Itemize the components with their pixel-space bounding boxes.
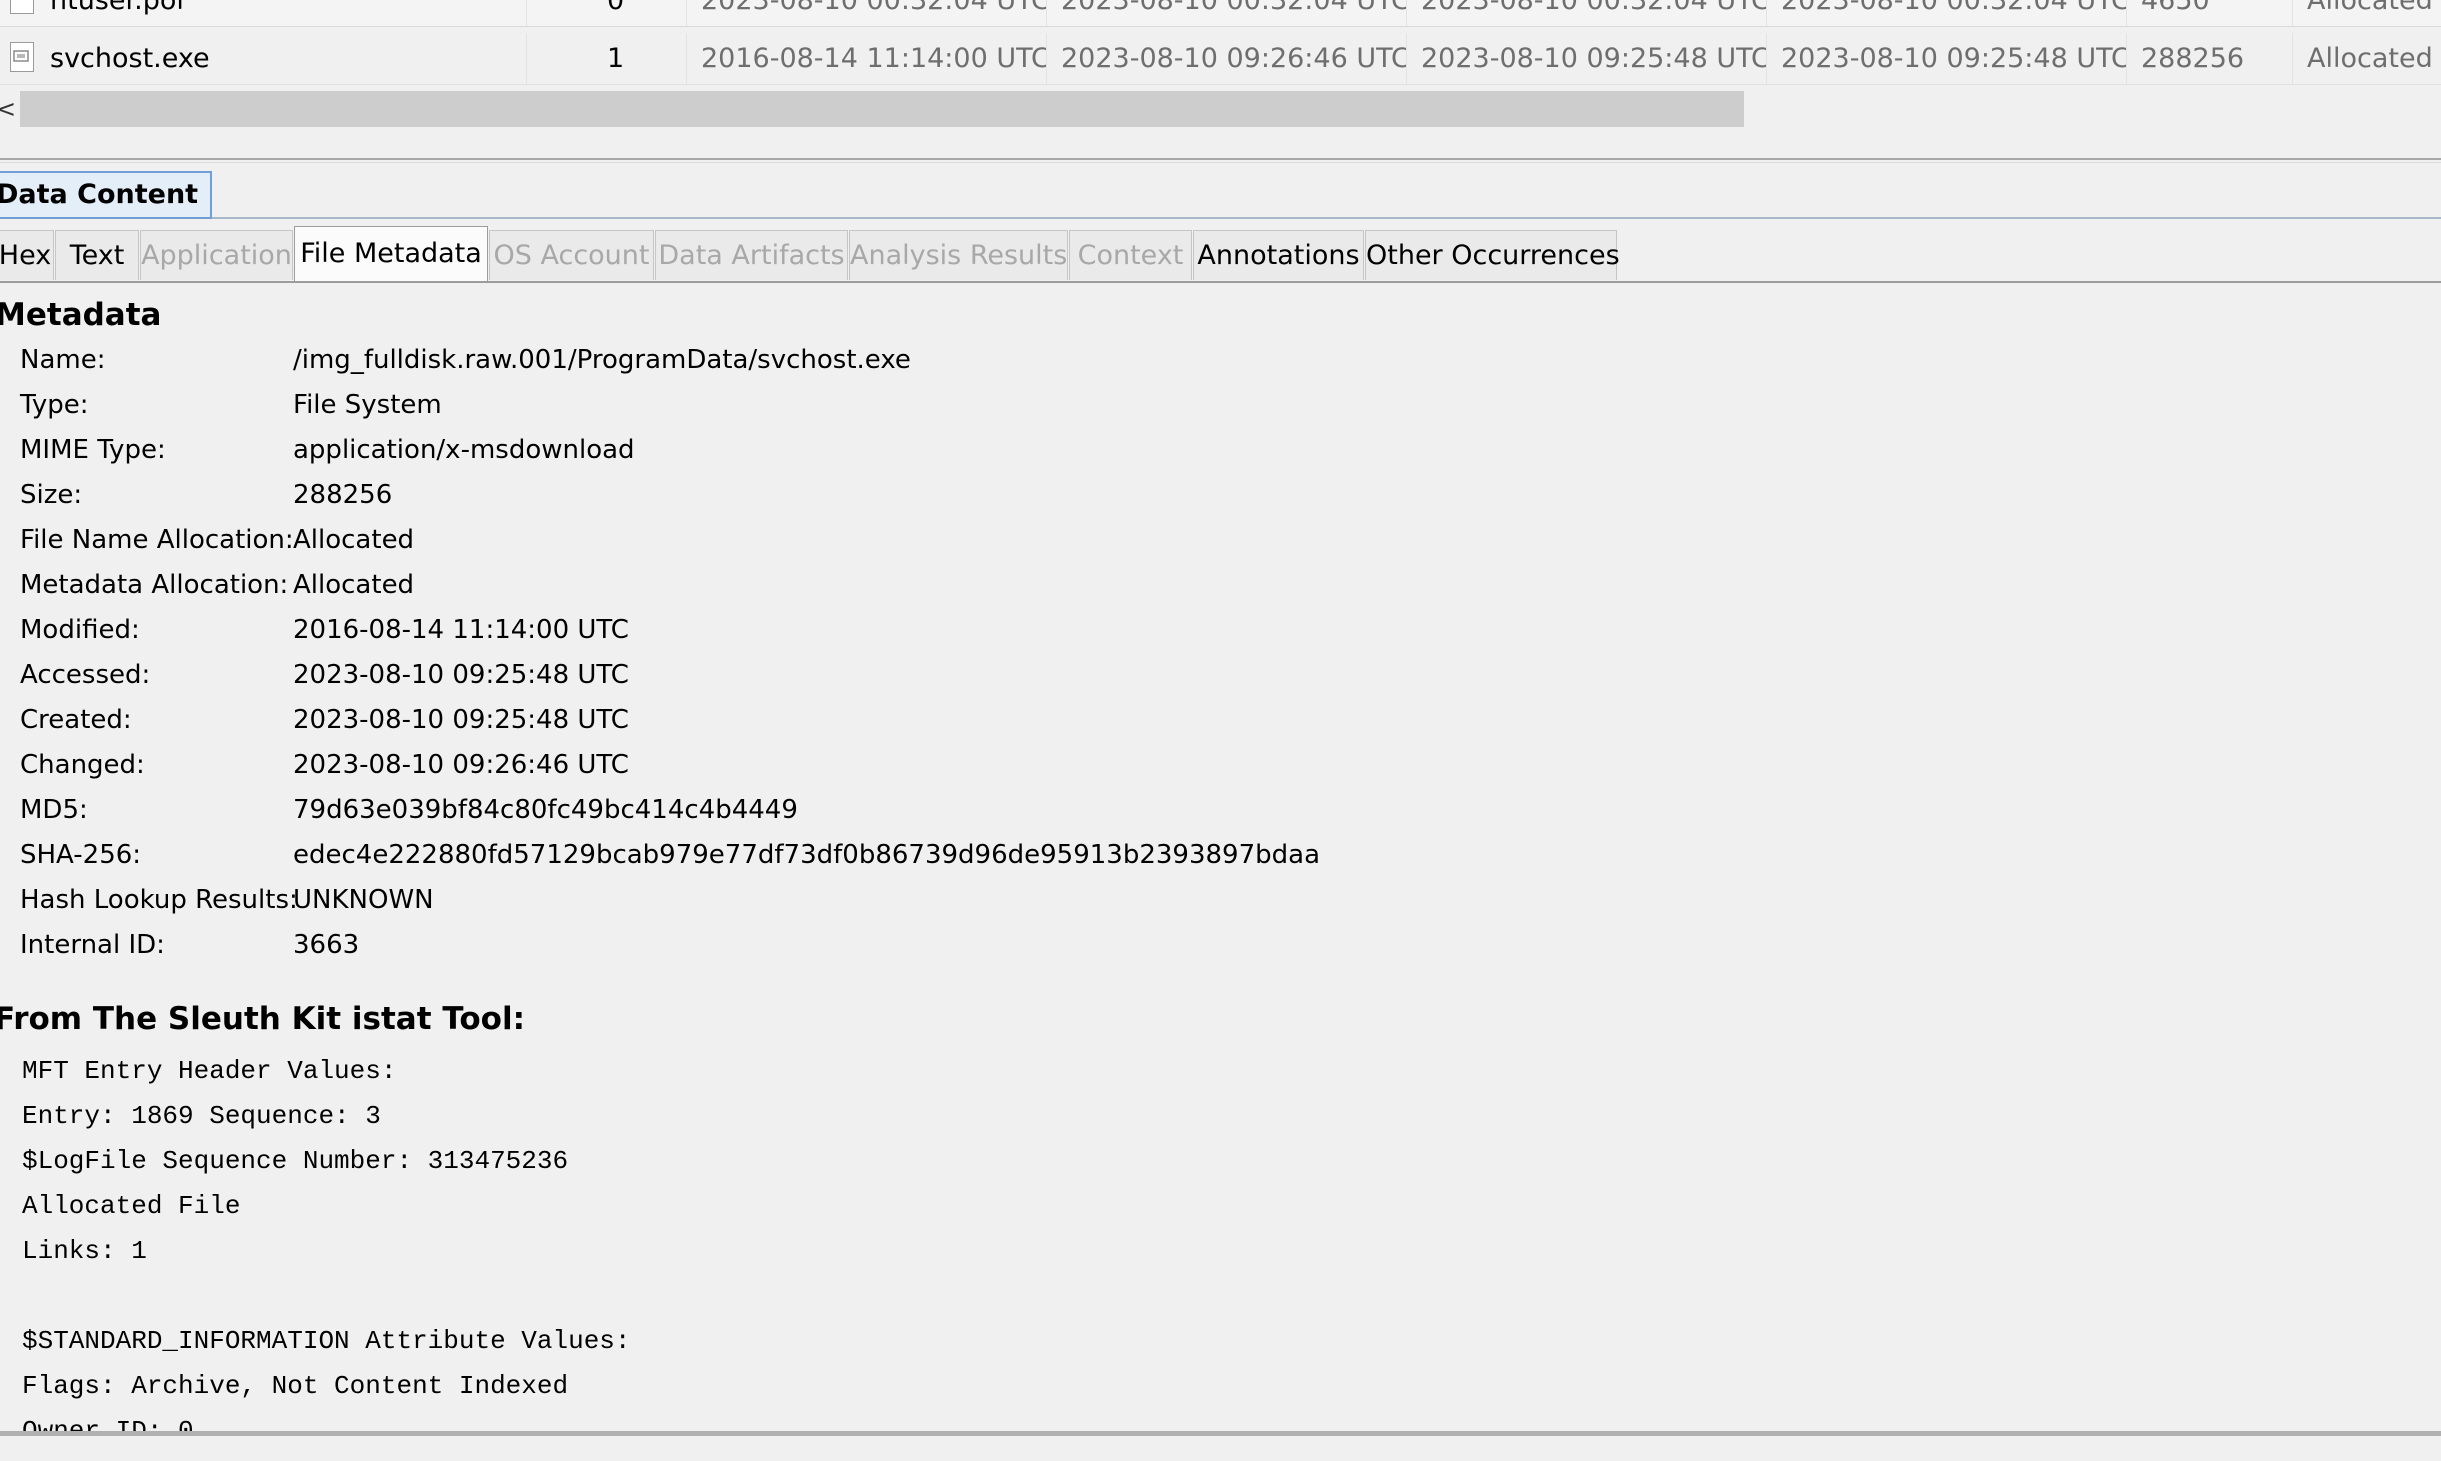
allocation-cell: Allocated	[2307, 0, 2433, 16]
field-label: Internal ID:	[20, 930, 165, 960]
field-value: 2023-08-10 09:26:46 UTC	[293, 750, 629, 780]
sha256-value: edec4e222880fd57129bcab979e77df73df0b867…	[293, 840, 1321, 870]
istat-line: MFT Entry Header Values:	[22, 1056, 397, 1086]
field-label: Modified:	[20, 615, 140, 645]
field-value: 2016-08-14 11:14:00 UTC	[293, 615, 629, 645]
tab-context[interactable]: Context	[1069, 230, 1192, 280]
scroll-left-icon[interactable]: <	[0, 95, 16, 123]
field-value: 2023-08-10 09:25:48 UTC	[293, 705, 629, 735]
changed-cell: 2023-08-10 00:32:04 UTC	[1047, 0, 1407, 26]
field-label: MIME Type:	[20, 435, 166, 465]
size-cell: 4650	[2127, 0, 2293, 26]
accessed-cell: 2023-08-10 00:32:04 UTC	[1407, 0, 1767, 26]
istat-line: Links: 1	[22, 1236, 147, 1266]
divider	[0, 162, 2441, 163]
executable-file-icon	[10, 42, 34, 72]
tab-other-occurrences[interactable]: Other Occurrences	[1365, 230, 1620, 280]
divider	[212, 217, 2441, 219]
tab-file-metadata[interactable]: File Metadata	[294, 226, 488, 282]
field-label: Hash Lookup Results:	[20, 885, 298, 915]
created-cell: 2023-08-10 00:32:04 UTC	[1767, 0, 2127, 26]
field-label: Name:	[20, 345, 106, 375]
status-area	[0, 1436, 2441, 1461]
istat-line: $STANDARD_INFORMATION Attribute Values:	[22, 1326, 631, 1356]
flag-cell: 1	[527, 33, 687, 84]
modified-cell: 2023-08-10 00:32:04 UTC	[687, 0, 1047, 26]
horizontal-scrollbar[interactable]: <	[0, 89, 2441, 129]
modified-cell: 2016-08-14 11:14:00 UTC	[687, 33, 1047, 84]
field-label: MD5:	[20, 795, 88, 825]
field-value: UNKNOWN	[293, 885, 434, 915]
field-label: Changed:	[20, 750, 145, 780]
tab-analysis-results[interactable]: Analysis Results	[849, 230, 1068, 280]
table-row[interactable]: ntuser.pol 0 2023-08-10 00:32:04 UTC 202…	[0, 0, 2441, 27]
splitter[interactable]	[0, 158, 2441, 160]
tab-os-account[interactable]: OS Account	[489, 230, 654, 280]
tab-application[interactable]: Application	[140, 230, 293, 280]
file-metadata-view: Metadata Name: /img_fulldisk.raw.001/Pro…	[0, 283, 2441, 1433]
tab-hex[interactable]: Hex	[0, 230, 54, 280]
table-row[interactable]: svchost.exe 1 2016-08-14 11:14:00 UTC 20…	[0, 33, 2441, 85]
scrollbar-thumb[interactable]	[20, 91, 1744, 127]
field-value: Allocated	[293, 525, 415, 555]
tab-annotations[interactable]: Annotations	[1193, 230, 1364, 280]
field-label: File Name Allocation:	[20, 525, 294, 555]
data-content-tab[interactable]: Data Content	[0, 171, 212, 219]
file-name: ntuser.pol	[50, 0, 184, 16]
istat-line: Allocated File	[22, 1191, 241, 1221]
field-label: Created:	[20, 705, 132, 735]
field-label: Type:	[20, 390, 89, 420]
field-value: 288256	[293, 480, 393, 510]
field-label: Metadata Allocation:	[20, 570, 289, 600]
field-value: Allocated	[293, 570, 415, 600]
field-value: 2023-08-10 09:25:48 UTC	[293, 660, 629, 690]
flag-cell: 0	[527, 0, 687, 26]
file-name: svchost.exe	[50, 43, 210, 74]
metadata-heading: Metadata	[0, 297, 162, 333]
istat-heading: From The Sleuth Kit istat Tool:	[0, 1001, 525, 1037]
istat-line: Flags: Archive, Not Content Indexed	[22, 1371, 569, 1401]
accessed-cell: 2023-08-10 09:25:48 UTC	[1407, 33, 1767, 84]
field-value: /img_fulldisk.raw.001/ProgramData/svchos…	[293, 345, 911, 375]
tab-data-artifacts[interactable]: Data Artifacts	[655, 230, 848, 280]
size-cell: 288256	[2127, 33, 2293, 84]
istat-line: $LogFile Sequence Number: 313475236	[22, 1146, 569, 1176]
file-icon	[10, 0, 34, 14]
field-label: Size:	[20, 480, 83, 510]
allocation-cell: Allocated	[2307, 43, 2433, 74]
istat-line: Entry: 1869 Sequence: 3	[22, 1101, 381, 1131]
field-label: SHA-256:	[20, 840, 142, 870]
tab-text[interactable]: Text	[55, 230, 139, 280]
field-value: File System	[293, 390, 442, 420]
field-label: Accessed:	[20, 660, 151, 690]
field-value: 3663	[293, 930, 360, 960]
field-value: application/x-msdownload	[293, 435, 635, 465]
md5-value: 79d63e039bf84c80fc49bc414c4b4449	[293, 795, 798, 825]
changed-cell: 2023-08-10 09:26:46 UTC	[1047, 33, 1407, 84]
created-cell: 2023-08-10 09:25:48 UTC	[1767, 33, 2127, 84]
